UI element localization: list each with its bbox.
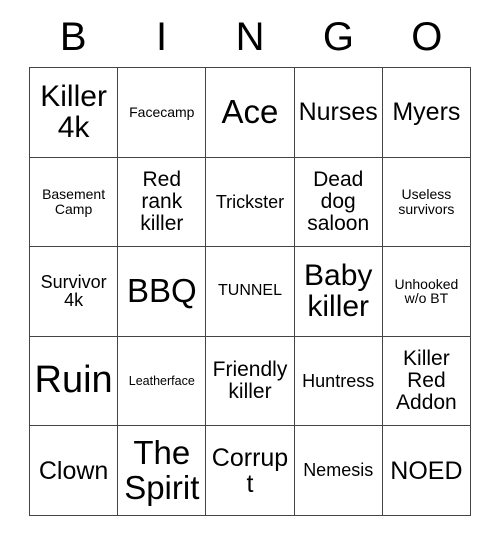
bingo-cell-label: Nemesis — [303, 460, 374, 481]
bingo-header-letter-n: N — [235, 14, 265, 59]
bingo-cell-label: Ace — [221, 93, 279, 131]
bingo-cell-label: The Spirit — [124, 434, 200, 506]
bingo-cell-o5[interactable]: NOED — [382, 426, 471, 516]
bingo-cell-label: Friendly killer — [212, 358, 288, 404]
bingo-cell-label: Facecamp — [129, 104, 195, 121]
bingo-cell-b1[interactable]: Killer 4k — [30, 68, 119, 158]
bingo-cell-label: NOED — [390, 456, 463, 485]
bingo-cell-g2[interactable]: Dead dog saloon — [294, 157, 383, 248]
bingo-cell-i4[interactable]: Leatherface — [118, 336, 207, 427]
bingo-cell-label: Killer 4k — [40, 80, 107, 145]
bingo-cell-o1[interactable]: Myers — [382, 68, 471, 158]
bingo-cell-o3[interactable]: Unhooked w/o BT — [382, 247, 471, 337]
bingo-cell-label: Corrupt — [211, 443, 289, 498]
bingo-header-letter-b: B — [59, 14, 87, 59]
bingo-cell-g4[interactable]: Huntress — [294, 336, 383, 427]
bingo-header-letter-i: I — [156, 14, 168, 59]
bingo-cell-g3[interactable]: Baby killer — [294, 247, 383, 337]
bingo-cell-label: Trickster — [215, 191, 285, 212]
bingo-cell-i2[interactable]: Red rank killer — [118, 157, 207, 248]
bingo-cell-o2[interactable]: Useless survivors — [382, 157, 471, 248]
bingo-cell-label: Killer Red Addon — [396, 347, 457, 414]
bingo-cell-label: Survivor 4k — [40, 271, 107, 311]
bingo-card: B I N G O Killer 4k Facecamp Ace Nurses … — [0, 0, 500, 544]
bingo-cell-b3[interactable]: Survivor 4k — [30, 247, 119, 337]
bingo-cell-n2[interactable]: Trickster — [206, 157, 295, 248]
bingo-cell-n5[interactable]: Corrupt — [206, 426, 295, 516]
bingo-header-row: B I N G O — [29, 8, 471, 67]
bingo-cell-label: Useless survivors — [398, 186, 455, 217]
bingo-cell-n3[interactable]: TUNNEL — [206, 247, 295, 337]
bingo-cell-g1[interactable]: Nurses — [294, 68, 383, 158]
bingo-cell-label: Red rank killer — [140, 168, 184, 235]
bingo-cell-label: TUNNEL — [217, 282, 282, 300]
bingo-cell-label: Dead dog saloon — [307, 168, 370, 235]
bingo-cell-label: Clown — [38, 456, 109, 485]
bingo-cell-label: Myers — [392, 98, 461, 127]
bingo-cell-i5[interactable]: The Spirit — [118, 426, 207, 516]
bingo-cell-i3[interactable]: BBQ — [118, 247, 207, 337]
bingo-cell-label: Leatherface — [128, 373, 195, 388]
bingo-header-letter-o: O — [411, 14, 443, 59]
bingo-cell-b4[interactable]: Ruin — [30, 336, 119, 427]
bingo-cell-label: Baby killer — [304, 259, 373, 324]
bingo-cell-n4[interactable]: Friendly killer — [206, 336, 295, 427]
bingo-cell-i1[interactable]: Facecamp — [118, 68, 207, 158]
bingo-header-letter-g: G — [322, 14, 354, 59]
bingo-grid: Killer 4k Facecamp Ace Nurses Myers Base… — [29, 67, 471, 516]
bingo-cell-label: BBQ — [126, 272, 197, 310]
bingo-cell-n1[interactable]: Ace — [206, 68, 295, 158]
bingo-cell-o4[interactable]: Killer Red Addon — [382, 336, 471, 427]
bingo-cell-b5[interactable]: Clown — [30, 426, 119, 516]
bingo-cell-label: Huntress — [302, 370, 375, 391]
bingo-cell-label: Unhooked w/o BT — [394, 275, 459, 307]
bingo-cell-label: Basement Camp — [42, 186, 106, 217]
bingo-cell-g5[interactable]: Nemesis — [294, 426, 383, 516]
bingo-cell-label: Nurses — [298, 98, 378, 127]
bingo-cell-b2[interactable]: Basement Camp — [30, 157, 119, 248]
bingo-cell-label: Ruin — [34, 359, 113, 402]
